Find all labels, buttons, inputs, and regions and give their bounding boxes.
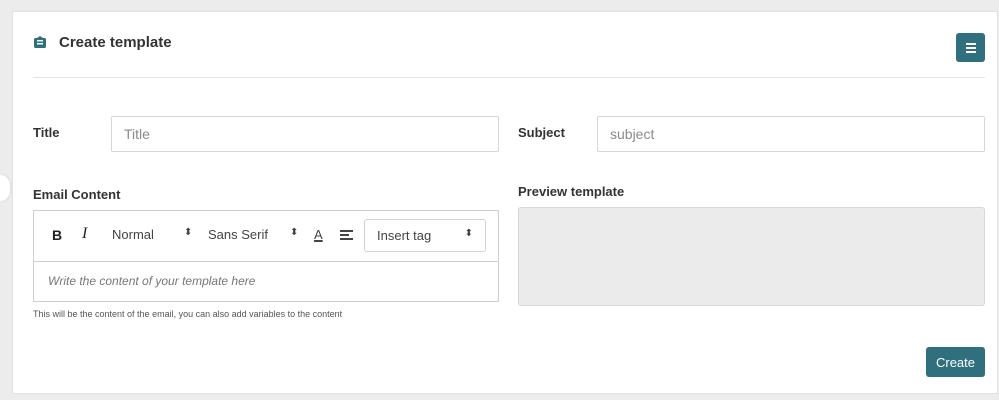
editor-toolbar: B I Normal ⬍ Sans Serif ⬍ A Insert tag ⬍: [34, 211, 498, 262]
bold-button[interactable]: B: [52, 227, 62, 243]
subject-label: Subject: [518, 125, 565, 140]
up-down-arrows-icon: ⬍: [184, 227, 193, 238]
text-color-button[interactable]: A: [314, 227, 323, 242]
subject-input[interactable]: [597, 116, 985, 152]
font-family-value: Sans Serif: [208, 227, 268, 242]
preview-template-label: Preview template: [518, 184, 625, 199]
page-title: Create template: [59, 34, 172, 51]
align-icon[interactable]: [340, 230, 353, 241]
side-tab-handle[interactable]: [0, 175, 10, 201]
font-size-select[interactable]: Normal ⬍: [112, 227, 194, 242]
font-family-select[interactable]: Sans Serif ⬍: [208, 227, 304, 242]
title-label: Title: [33, 125, 60, 140]
card-header: Create template: [33, 32, 985, 78]
menu-button[interactable]: [956, 33, 985, 62]
email-content-editor: B I Normal ⬍ Sans Serif ⬍ A Insert tag ⬍…: [33, 210, 499, 302]
italic-button[interactable]: I: [82, 225, 87, 243]
helper-text: This will be the content of the email, y…: [33, 309, 343, 319]
create-button[interactable]: Create: [926, 347, 985, 377]
up-down-arrows-icon: ⬍: [464, 228, 473, 239]
insert-tag-select[interactable]: Insert tag ⬍: [364, 219, 486, 252]
hamburger-menu-icon: [965, 42, 976, 45]
insert-tag-label: Insert tag: [377, 228, 432, 243]
editor-content-area[interactable]: Write the content of your template here: [48, 274, 255, 288]
template-card: Create template Title Subject Email Cont…: [12, 11, 998, 394]
title-input[interactable]: [111, 116, 499, 152]
envelope-open-icon: [34, 36, 46, 48]
up-down-arrows-icon: ⬍: [290, 227, 299, 238]
preview-box: [518, 207, 985, 306]
font-size-value: Normal: [112, 227, 154, 242]
email-content-label: Email Content: [33, 187, 121, 202]
